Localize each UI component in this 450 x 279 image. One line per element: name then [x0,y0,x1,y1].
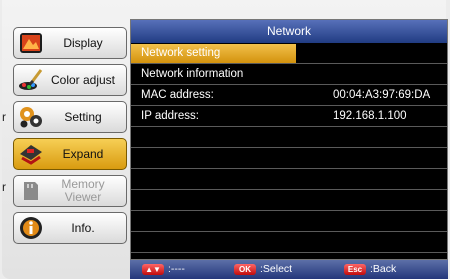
ip-address-value: 192.168.1.100 [333,110,407,122]
color-brush-icon [18,67,44,93]
esc-key-icon: Esc [344,264,366,275]
gears-icon [18,104,44,130]
empty-row [131,233,447,253]
empty-row [131,128,447,148]
row-label: Network setting [141,47,221,59]
edge-char: r [2,110,6,124]
sidebar-item-label: Expand [62,146,104,161]
menu-screen: r r Display Color adjust Setting Expand … [2,0,448,279]
sidebar-item-label: Info. [71,220,95,235]
ok-key-icon: OK [234,264,256,275]
sidebar-item-info[interactable]: Info. [13,212,127,244]
sidebar-item-label: Display [63,35,103,50]
network-panel: Network Network setting Network informat… [130,19,448,260]
bottom-help-bar: ▲▼ :---- OK :Select Esc :Back [130,260,448,279]
row-label: Network information [141,68,244,80]
memory-card-icon [18,178,44,204]
mac-address-value: 00:04:A3:97:69:DA [333,89,431,101]
panel-title: Network [131,20,447,43]
empty-row [131,191,447,211]
info-icon [18,215,44,241]
mac-address-row: MAC address: 00:04:A3:97:69:DA [131,86,447,106]
display-icon [18,30,44,56]
arrows-key-icon: ▲▼ [142,264,164,275]
row-label: IP address: [141,110,199,122]
sidebar-item-setting[interactable]: Setting [13,101,127,133]
ip-address-row: IP address: 192.168.1.100 [131,107,447,127]
sidebar-item-expand[interactable]: Expand [13,138,127,170]
menu-item-network-setting[interactable]: Network setting [131,44,447,64]
ok-key-text: :Select [260,263,293,275]
sidebar-item-label: Setting [64,109,102,124]
empty-row [131,170,447,190]
sidebar-item-label: Color adjust [50,72,116,87]
edge-char: r [2,180,6,194]
sidebar-item-display[interactable]: Display [13,27,127,59]
expand-icon [18,141,44,167]
sidebar-item-label: Memory Viewer [61,177,105,204]
sidebar-item-color-adjust[interactable]: Color adjust [13,64,127,96]
empty-row [131,149,447,169]
menu-item-network-information[interactable]: Network information [131,65,447,85]
projector-menu-frame: r r Display Color adjust Setting Expand … [0,0,450,279]
sidebar-item-memory-viewer[interactable]: Memory Viewer [13,175,127,207]
esc-key-text: :Back [370,263,397,275]
empty-row [131,212,447,232]
arrows-key-text: :---- [168,263,185,275]
row-label: MAC address: [141,89,214,101]
